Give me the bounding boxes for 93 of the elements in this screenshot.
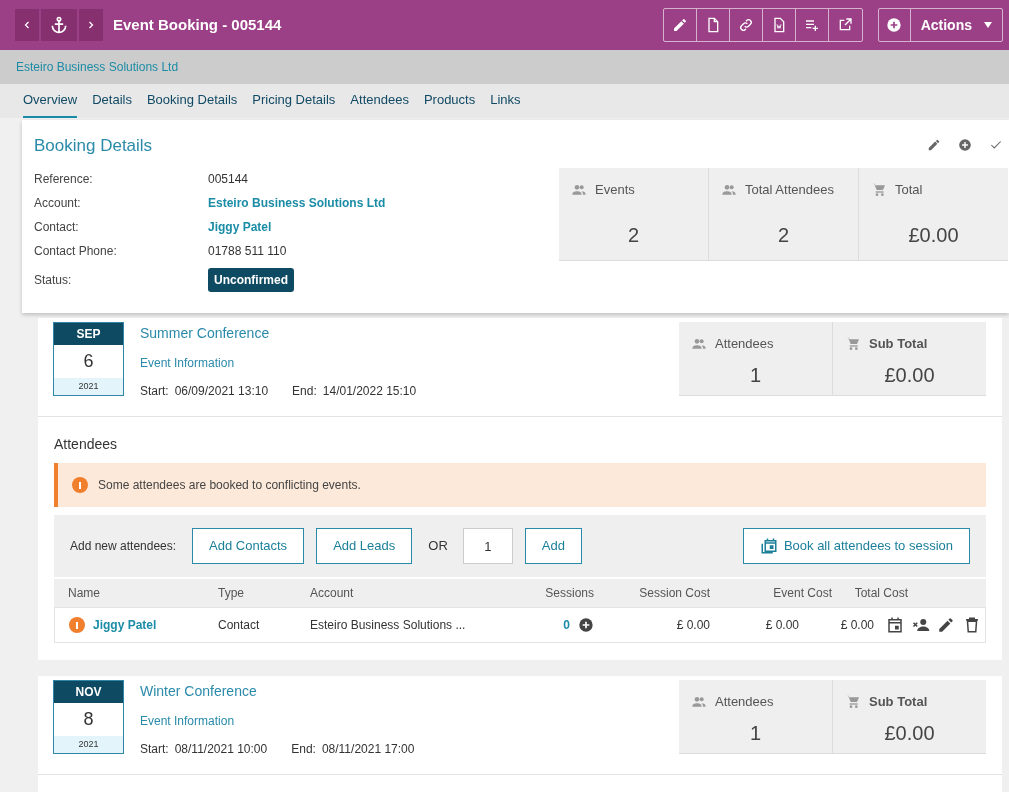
date-year: 2021 (54, 736, 123, 753)
column-header: Sessions (544, 585, 594, 602)
playlist-add-icon (803, 17, 820, 33)
column-header: Session Cost (638, 585, 711, 602)
date-day: 8 (54, 703, 123, 736)
field-label: Contact: (34, 218, 80, 236)
book-all-button[interactable]: Book all attendees to session (742, 528, 970, 564)
table-cell-text: £ 0.00 (839, 617, 874, 634)
event-information-link[interactable]: Event Information (140, 712, 415, 730)
person-remove-icon (911, 616, 930, 634)
add-label: Add new attendees: (70, 538, 177, 555)
start-label: Start: (140, 383, 169, 400)
event-title[interactable]: Winter Conference (140, 681, 415, 702)
end-time: 14/01/2022 15:10 (322, 383, 417, 400)
plus-circle-icon (578, 617, 594, 633)
plus-circle-icon (886, 17, 903, 33)
field-label: Reference: (34, 170, 94, 188)
anchor-icon (49, 15, 69, 35)
table-cell-text: Esteiro Business Solutions ... (310, 617, 467, 634)
actions-button[interactable]: Actions (910, 9, 1002, 41)
pencil-icon (927, 138, 941, 152)
column-header: Account (310, 585, 355, 602)
stat-label: Attendees (715, 335, 774, 353)
section-title: Attendees (54, 435, 119, 454)
field-label: Status: (34, 271, 73, 289)
add-leads-button[interactable]: Add Leads (316, 528, 413, 564)
date-day: 6 (54, 345, 123, 378)
tab[interactable]: Pricing Details (252, 89, 336, 118)
stat-label: Sub Total (869, 335, 928, 353)
event-title[interactable]: Summer Conference (140, 323, 417, 344)
field-label: Contact Phone: (34, 242, 118, 260)
end-label: End: (291, 741, 316, 758)
date-year: 2021 (54, 378, 123, 395)
link-icon (737, 17, 754, 33)
calendar-icon (885, 616, 904, 634)
stat-value: 1 (748, 362, 763, 388)
or-label: OR (428, 537, 448, 556)
column-header: Name (67, 585, 101, 602)
field-link[interactable]: Esteiro Business Solutions Ltd (208, 193, 386, 212)
table-cell-text: £ 0.00 (675, 617, 710, 634)
pencil-icon (937, 616, 956, 634)
field-label: Account: (34, 194, 82, 212)
start-time: 06/09/2021 13:10 (174, 383, 269, 400)
alert-message: Some attendees are booked to conflicting events. (98, 477, 361, 494)
check-icon (989, 138, 1003, 152)
date-month: SEP (54, 323, 123, 345)
add-contacts-button[interactable]: Add Contacts (192, 528, 305, 564)
section-title: Booking Details (34, 135, 154, 157)
calendar-icon (759, 537, 778, 555)
stat-value: £0.00 (907, 222, 960, 248)
field-value: 005144 (208, 170, 249, 188)
status-badge: Unconfirmed (208, 267, 294, 292)
quantity-field[interactable]: 1 (462, 528, 513, 564)
event-information-link[interactable]: Event Information (140, 354, 417, 372)
end-label: End: (292, 383, 317, 400)
add-button[interactable]: Add (524, 528, 582, 564)
field-value: 01788 511 110 (208, 242, 287, 260)
stat-value: 1 (748, 720, 763, 746)
pencil-icon (671, 17, 688, 33)
tab[interactable]: Details (92, 89, 132, 118)
anchor-button[interactable] (41, 9, 77, 41)
exclamation-icon (72, 477, 88, 493)
column-header: Event Cost (772, 585, 832, 602)
end-time: 08/11/2021 17:00 (321, 741, 415, 758)
stat-value: £0.00 (883, 362, 936, 388)
table-cell-text: £ 0.00 (764, 617, 799, 634)
open-external-icon (837, 17, 854, 33)
stat-label: Total Attendees (745, 181, 834, 199)
table-cell-text: Contact (218, 617, 261, 634)
sessions-link[interactable]: 0 (563, 616, 570, 634)
date-month: NOV (54, 681, 123, 703)
plus-circle-icon (958, 138, 972, 152)
stat-value: £0.00 (883, 720, 936, 746)
field-link[interactable]: Jiggy Patel (208, 217, 272, 236)
stat-value: 2 (776, 222, 791, 248)
stat-label: Attendees (715, 693, 774, 711)
stat-label: Total (895, 181, 923, 199)
column-header: Type (218, 585, 245, 602)
tab[interactable]: Links (490, 89, 521, 118)
start-time: 08/11/2021 10:00 (174, 741, 268, 758)
tab[interactable]: Attendees (350, 89, 409, 118)
stat-value: 2 (626, 222, 641, 248)
caret-icon (984, 22, 992, 28)
stat-label: Events (595, 181, 635, 199)
tab[interactable]: Booking Details (146, 89, 238, 118)
start-label: Start: (140, 741, 169, 758)
attendee-name-link[interactable]: Jiggy Patel (93, 616, 157, 634)
account-link[interactable]: Esteiro Business Solutions Ltd (16, 58, 179, 76)
column-header: Total Cost (853, 585, 908, 602)
page-title: Event Booking - 005144 (113, 14, 282, 35)
tab[interactable]: Products (423, 89, 476, 118)
tab[interactable]: Overview (23, 89, 78, 118)
stat-label: Sub Total (869, 693, 928, 711)
